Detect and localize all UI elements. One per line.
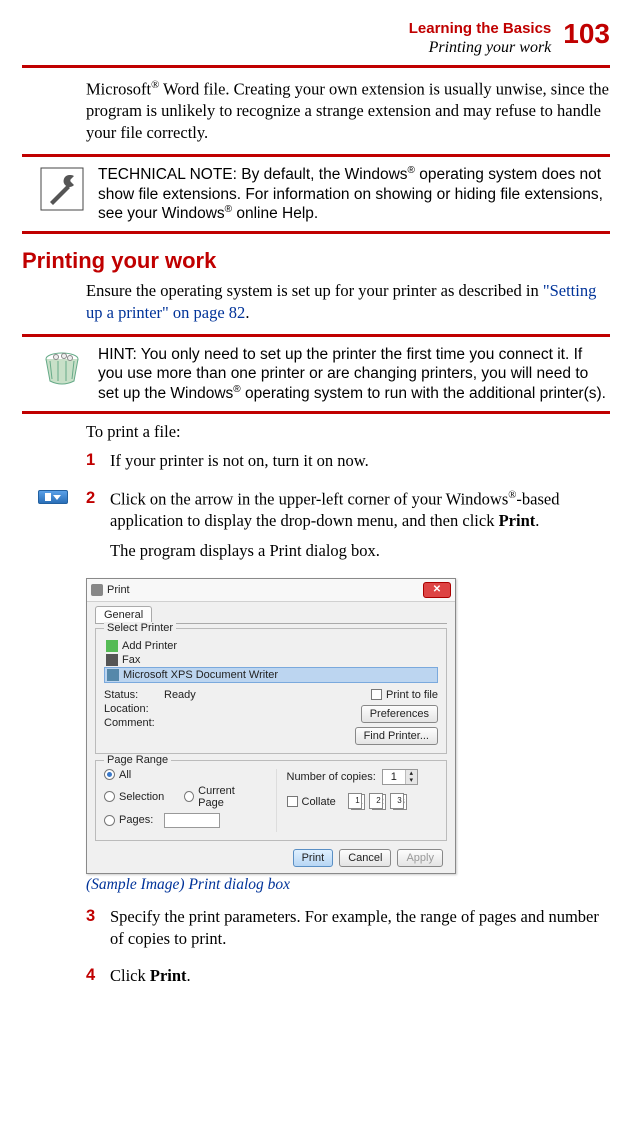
intro-paragraph: Microsoft® Word file. Creating your own … xyxy=(86,78,610,144)
step-4: 4 Click Print. xyxy=(86,965,610,995)
step-1-text: If your printer is not on, turn it on no… xyxy=(110,450,610,472)
printer-item-xps[interactable]: Microsoft XPS Document Writer xyxy=(104,667,438,683)
printer-item-add[interactable]: Add Printer xyxy=(104,639,438,653)
radio-pages[interactable]: Pages: xyxy=(104,813,256,828)
spinner-up-icon[interactable]: ▴ xyxy=(406,770,417,777)
collate-icon: 11 22 33 xyxy=(348,793,408,811)
step-number: 3 xyxy=(86,906,110,958)
pages-input[interactable] xyxy=(164,813,220,828)
dialog-title: Print xyxy=(107,584,130,596)
section-heading: Printing your work xyxy=(22,248,610,274)
copies-label: Number of copies: xyxy=(287,771,376,783)
select-printer-legend: Select Printer xyxy=(104,622,176,634)
technical-note-block: TECHNICAL NOTE: By default, the Windows®… xyxy=(22,165,610,223)
figure-caption: (Sample Image) Print dialog box xyxy=(86,876,610,894)
close-button[interactable]: ✕ xyxy=(423,582,451,598)
radio-all[interactable]: All xyxy=(104,769,256,781)
hint-block: HINT: You only need to set up the printe… xyxy=(22,345,610,403)
printer-list[interactable]: Add Printer Fax Microsoft XPS Document W… xyxy=(104,639,438,683)
to-print-a-file: To print a file: xyxy=(86,422,610,442)
apply-button[interactable]: Apply xyxy=(397,849,443,867)
printer-icon xyxy=(91,584,103,596)
cancel-button[interactable]: Cancel xyxy=(339,849,391,867)
page-header: Learning the Basics Printing your work 1… xyxy=(22,20,610,57)
copies-spinner[interactable]: 1▴▾ xyxy=(382,769,418,785)
wrench-icon xyxy=(40,167,84,223)
spinner-down-icon[interactable]: ▾ xyxy=(406,777,417,784)
step-number: 4 xyxy=(86,965,110,995)
fax-icon xyxy=(106,654,118,666)
step-number: 1 xyxy=(86,450,110,480)
status-label: Status: xyxy=(104,689,164,701)
location-label: Location: xyxy=(104,703,164,715)
header-chapter-title: Learning the Basics xyxy=(409,20,552,38)
print-button[interactable]: Print xyxy=(293,849,334,867)
comment-label: Comment: xyxy=(104,717,164,729)
hint-basket-icon xyxy=(40,347,84,403)
hint-text: HINT: You only need to set up the printe… xyxy=(98,345,610,403)
step-2-after: The program displays a Print dialog box. xyxy=(110,540,610,562)
preferences-button[interactable]: Preferences xyxy=(361,705,438,723)
tab-general[interactable]: General xyxy=(95,606,152,623)
page-range-legend: Page Range xyxy=(104,754,171,766)
xps-icon xyxy=(107,669,119,681)
step-1: 1 If your printer is not on, turn it on … xyxy=(86,450,610,480)
page-number: 103 xyxy=(563,20,610,48)
technical-note-text: TECHNICAL NOTE: By default, the Windows®… xyxy=(98,165,610,223)
select-printer-group: Select Printer Add Printer Fax Microsoft… xyxy=(95,628,447,754)
header-section-title: Printing your work xyxy=(409,38,552,57)
step-3: 3 Specify the print parameters. For exam… xyxy=(86,906,610,958)
note-rule-bottom-1 xyxy=(22,231,610,234)
add-printer-icon xyxy=(106,640,118,652)
step-4-text: Click Print. xyxy=(110,965,610,987)
print-dialog: Print ✕ General Select Printer Add Print… xyxy=(86,578,456,874)
radio-current-page[interactable]: Current Page xyxy=(184,785,255,809)
location-value xyxy=(164,703,274,715)
dialog-titlebar: Print ✕ xyxy=(87,579,455,602)
ensure-paragraph: Ensure the operating system is set up fo… xyxy=(86,280,610,324)
print-to-file-checkbox[interactable]: Print to file xyxy=(371,689,438,701)
radio-selection[interactable]: Selection xyxy=(104,785,164,809)
find-printer-button[interactable]: Find Printer... xyxy=(355,727,438,745)
step-2: 2 Click on the arrow in the upper-left c… xyxy=(86,488,610,570)
status-value: Ready xyxy=(164,689,274,701)
step-number: 2 xyxy=(86,488,110,570)
page-range-group: Page Range All Selection Current Page Pa… xyxy=(95,760,447,841)
collate-checkbox[interactable]: Collate xyxy=(287,796,336,808)
note-rule-top-1 xyxy=(22,154,610,157)
printer-item-fax[interactable]: Fax xyxy=(104,653,438,667)
step-3-text: Specify the print parameters. For exampl… xyxy=(110,906,610,950)
note-rule-bottom-2 xyxy=(22,411,610,414)
step-2-text: Click on the arrow in the upper-left cor… xyxy=(110,488,610,532)
comment-value xyxy=(164,717,274,729)
note-rule-top-2 xyxy=(22,334,610,337)
header-rule xyxy=(22,65,610,68)
office-button-icon xyxy=(38,490,68,504)
